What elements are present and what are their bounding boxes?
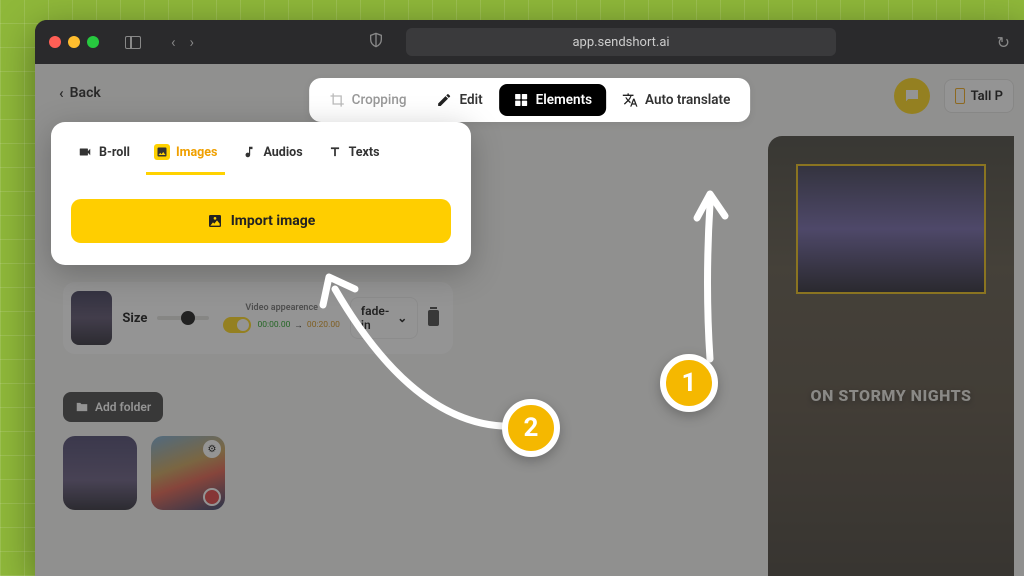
- reload-button[interactable]: ↻: [997, 33, 1010, 52]
- titlebar: ‹ › app.sendshort.ai ↻: [35, 20, 1024, 64]
- url-bar[interactable]: app.sendshort.ai: [406, 28, 836, 56]
- tutorial-step-badge-1: 1: [660, 354, 718, 412]
- import-image-label: Import image: [231, 213, 316, 229]
- cropping-label: Cropping: [352, 92, 407, 108]
- music-note-icon: [241, 144, 257, 160]
- image-icon: [154, 144, 170, 160]
- edit-tab[interactable]: Edit: [423, 84, 497, 116]
- traffic-lights: [49, 36, 99, 48]
- elements-tabs: B-roll Images Audios: [51, 130, 471, 175]
- auto-translate-tab[interactable]: Auto translate: [608, 84, 744, 116]
- tab-audios-label: Audios: [263, 145, 302, 160]
- tab-texts[interactable]: Texts: [319, 134, 388, 175]
- tab-images-label: Images: [176, 145, 218, 160]
- tab-audios[interactable]: Audios: [233, 134, 310, 175]
- sidebar-toggle-icon[interactable]: [125, 36, 141, 49]
- nav-back-button[interactable]: ‹: [165, 33, 182, 51]
- edit-label: Edit: [460, 92, 483, 108]
- tab-broll[interactable]: B-roll: [69, 134, 138, 175]
- tab-broll-label: B-roll: [99, 145, 130, 160]
- step-1-number: 1: [682, 368, 697, 398]
- elements-panel: B-roll Images Audios: [51, 122, 471, 265]
- url-text: app.sendshort.ai: [572, 35, 669, 50]
- close-window-button[interactable]: [49, 36, 61, 48]
- privacy-shield-icon[interactable]: [368, 32, 384, 52]
- video-camera-icon: [77, 144, 93, 160]
- browser-window: ‹ › app.sendshort.ai ↻ ‹ Back Tall P: [35, 20, 1024, 576]
- minimize-window-button[interactable]: [68, 36, 80, 48]
- auto-translate-label: Auto translate: [645, 92, 730, 108]
- maximize-window-button[interactable]: [87, 36, 99, 48]
- text-icon: [327, 144, 343, 160]
- app-body: ‹ Back Tall P Size Video appearence: [35, 64, 1024, 576]
- cropping-tab[interactable]: Cropping: [315, 84, 421, 116]
- elements-tab[interactable]: Elements: [499, 84, 606, 116]
- step-2-number: 2: [524, 413, 539, 443]
- tutorial-step-badge-2: 2: [502, 399, 560, 457]
- tab-texts-label: Texts: [349, 145, 380, 160]
- import-image-button[interactable]: Import image: [71, 199, 451, 243]
- nav-forward-button[interactable]: ›: [184, 33, 201, 51]
- tab-images[interactable]: Images: [146, 134, 226, 175]
- main-toolbar: Cropping Edit Elements Auto translate: [309, 78, 751, 122]
- elements-label: Elements: [536, 92, 592, 108]
